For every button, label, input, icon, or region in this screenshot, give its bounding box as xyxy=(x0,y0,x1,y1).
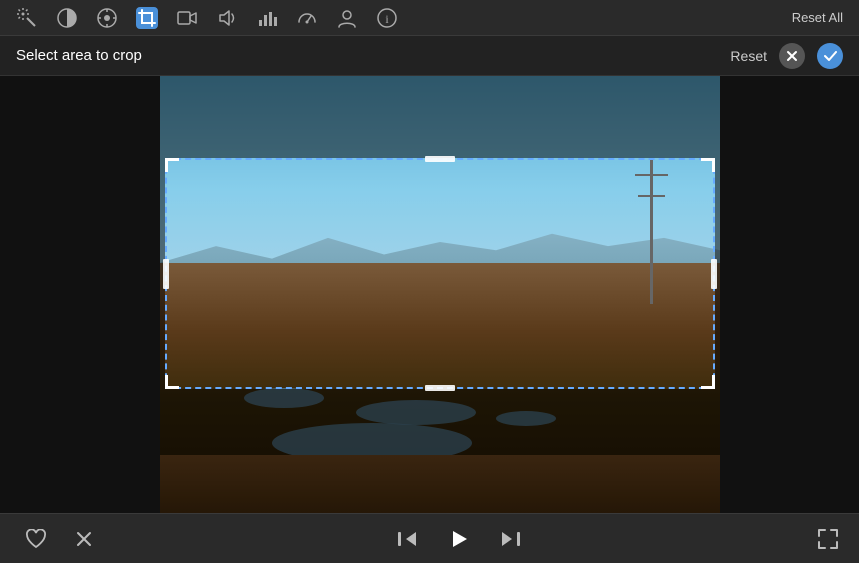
speedometer-icon[interactable] xyxy=(296,7,318,29)
player-left-controls xyxy=(20,523,100,555)
volume-icon[interactable] xyxy=(216,7,238,29)
player-bar xyxy=(0,513,859,563)
mid-handle-right[interactable] xyxy=(711,259,717,289)
chart-icon[interactable] xyxy=(256,7,278,29)
info-icon[interactable]: i xyxy=(376,7,398,29)
next-button[interactable] xyxy=(495,523,527,555)
cancel-button[interactable] xyxy=(779,43,805,69)
crop-selection-box[interactable] xyxy=(165,158,715,389)
x-icon xyxy=(786,50,798,62)
color-wheel-icon[interactable] xyxy=(96,7,118,29)
select-area-label: Select area to crop xyxy=(16,47,142,64)
play-icon xyxy=(448,528,470,550)
next-icon xyxy=(500,529,522,549)
top-toolbar: i Reset All xyxy=(0,0,859,36)
previous-icon xyxy=(396,529,418,549)
heart-icon xyxy=(25,529,47,549)
player-right-controls xyxy=(817,528,839,550)
confirm-button[interactable] xyxy=(817,43,843,69)
x-mark-icon xyxy=(74,529,94,549)
action-bar: Select area to crop Reset xyxy=(0,36,859,76)
corner-handle-top-left[interactable] xyxy=(165,158,179,172)
crop-overlay-top xyxy=(160,76,720,158)
main-content xyxy=(0,76,859,545)
player-center-controls xyxy=(391,523,527,555)
mid-handle-top[interactable] xyxy=(425,156,455,162)
corner-handle-bottom-left[interactable] xyxy=(165,375,179,389)
contrast-icon[interactable] xyxy=(56,7,78,29)
video-icon[interactable] xyxy=(176,7,198,29)
corner-handle-top-right[interactable] xyxy=(701,158,715,172)
previous-button[interactable] xyxy=(391,523,423,555)
svg-text:i: i xyxy=(385,12,389,26)
crop-icon[interactable] xyxy=(136,7,158,29)
corner-handle-bottom-right[interactable] xyxy=(701,375,715,389)
checkmark-icon xyxy=(824,51,837,61)
reject-button[interactable] xyxy=(68,523,100,555)
mid-handle-bottom[interactable] xyxy=(425,385,455,391)
fullscreen-button[interactable] xyxy=(817,528,839,550)
toolbar-icons: i xyxy=(16,7,398,29)
mid-handle-left[interactable] xyxy=(163,259,169,289)
play-button[interactable] xyxy=(443,523,475,555)
favorite-button[interactable] xyxy=(20,523,52,555)
reset-all-button[interactable]: Reset All xyxy=(792,10,843,25)
action-bar-right: Reset xyxy=(730,43,843,69)
magic-wand-icon[interactable] xyxy=(16,7,38,29)
reset-button[interactable]: Reset xyxy=(730,48,767,64)
fullscreen-icon xyxy=(817,528,839,550)
person-icon[interactable] xyxy=(336,7,358,29)
